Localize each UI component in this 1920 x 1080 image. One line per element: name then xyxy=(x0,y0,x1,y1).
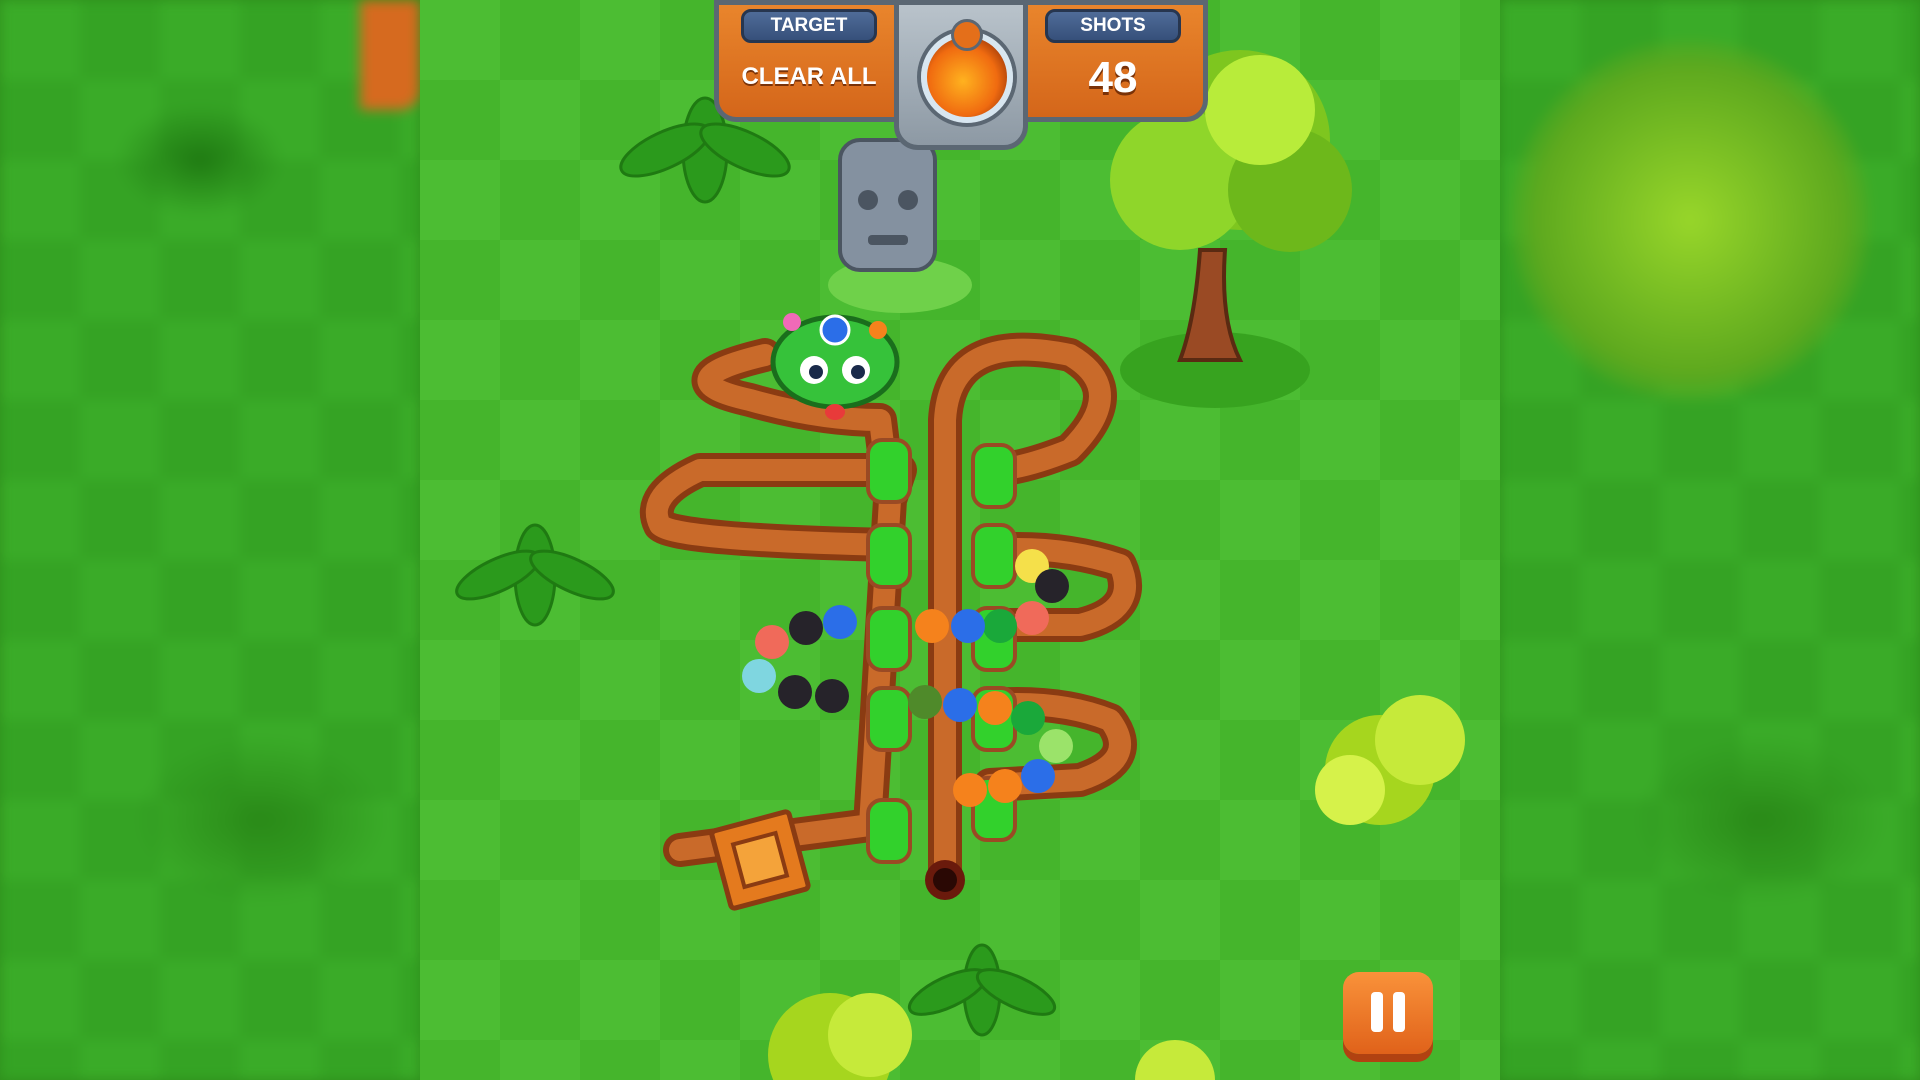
target-panel: TARGET CLEAR ALL xyxy=(714,0,904,122)
potion-cap-icon xyxy=(951,19,983,51)
powerup-slot[interactable] xyxy=(894,0,1028,150)
target-value: CLEAR ALL xyxy=(741,63,877,90)
shots-panel: SHOTS 48 xyxy=(1018,0,1208,122)
board-scene xyxy=(455,50,1465,1080)
pause-button[interactable] xyxy=(1343,972,1433,1054)
start-crate xyxy=(709,809,811,911)
shots-label: SHOTS xyxy=(1045,9,1181,43)
marble-chain-left xyxy=(742,605,857,713)
blurred-background-left xyxy=(0,0,420,1080)
stone-totem xyxy=(828,138,972,313)
pause-icon-bar xyxy=(1393,992,1405,1032)
game-board[interactable]: TARGET CLEAR ALL SHOTS 48 xyxy=(420,0,1500,1080)
fern-plant-bottom xyxy=(907,943,1057,1037)
end-hole xyxy=(925,860,965,900)
bush-bottom-right xyxy=(1135,1040,1215,1080)
bush-bottom xyxy=(768,993,912,1080)
shots-count: 48 xyxy=(1088,53,1138,102)
target-label: TARGET xyxy=(741,9,877,43)
top-hud: TARGET CLEAR ALL SHOTS 48 xyxy=(714,0,1208,150)
bush-right xyxy=(1315,695,1465,825)
game-screen: TARGET CLEAR ALL SHOTS 48 xyxy=(0,0,1920,1080)
pause-icon xyxy=(1371,992,1383,1032)
fern-plant-left xyxy=(455,523,615,627)
blurred-background-right xyxy=(1500,0,1920,1080)
